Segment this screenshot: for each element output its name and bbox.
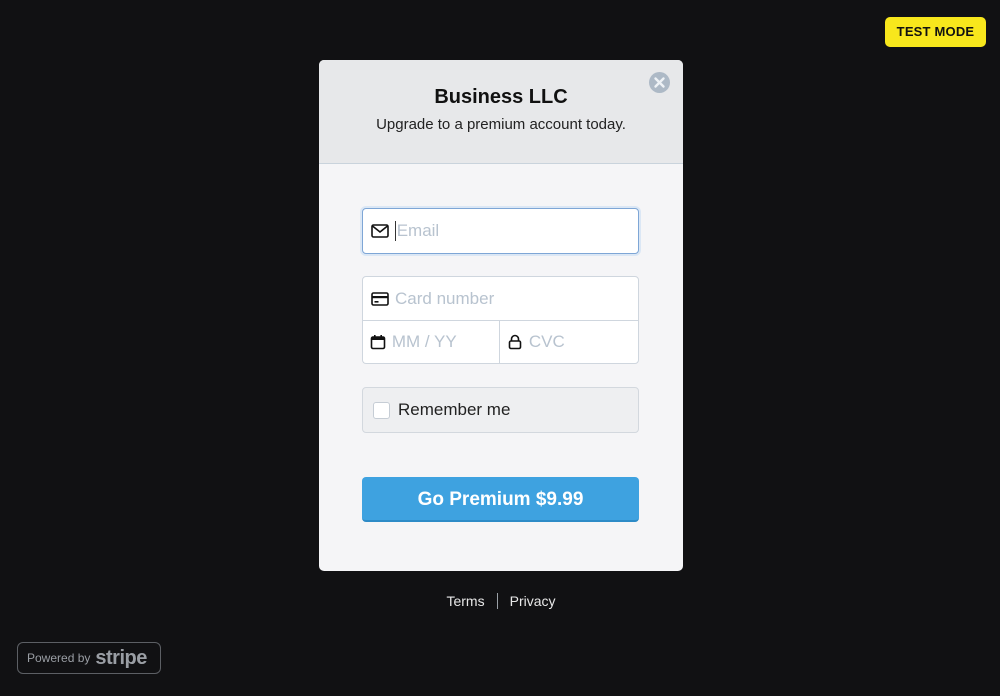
- expiry-field[interactable]: [362, 320, 500, 364]
- calendar-icon: [363, 334, 392, 350]
- email-input[interactable]: [396, 209, 638, 253]
- modal-subtitle: Upgrade to a premium account today.: [376, 116, 626, 133]
- test-mode-badge: TEST MODE: [885, 17, 986, 47]
- card-number-input[interactable]: [395, 277, 638, 320]
- remember-me-row[interactable]: Remember me: [362, 387, 639, 433]
- expiry-input[interactable]: [391, 321, 500, 363]
- remember-me-checkbox[interactable]: [373, 401, 390, 419]
- footer-divider: [496, 593, 498, 609]
- lock-icon: [500, 334, 529, 350]
- credit-card-icon: [363, 291, 395, 306]
- email-field[interactable]: [362, 208, 639, 254]
- modal-title: Business LLC: [434, 86, 568, 108]
- privacy-link[interactable]: Privacy: [510, 593, 556, 609]
- go-premium-button[interactable]: Go Premium $9.99: [362, 477, 639, 522]
- envelope-icon: [363, 224, 395, 238]
- cvc-field[interactable]: [499, 320, 639, 364]
- terms-link[interactable]: Terms: [446, 593, 484, 609]
- stripe-logo: stripe: [95, 646, 147, 669]
- cvc-input[interactable]: [528, 321, 638, 363]
- powered-by-stripe-badge[interactable]: Powered by stripe: [17, 642, 161, 674]
- card-number-field[interactable]: [362, 276, 639, 321]
- remember-me-label: Remember me: [398, 400, 511, 419]
- checkout-modal: Business LLC Upgrade to a premium accoun…: [319, 60, 683, 571]
- modal-header: Business LLC Upgrade to a premium accoun…: [319, 60, 683, 164]
- powered-by-label: Powered by: [27, 651, 91, 665]
- text-caret: [394, 221, 396, 241]
- footer-links: Terms Privacy: [419, 593, 583, 609]
